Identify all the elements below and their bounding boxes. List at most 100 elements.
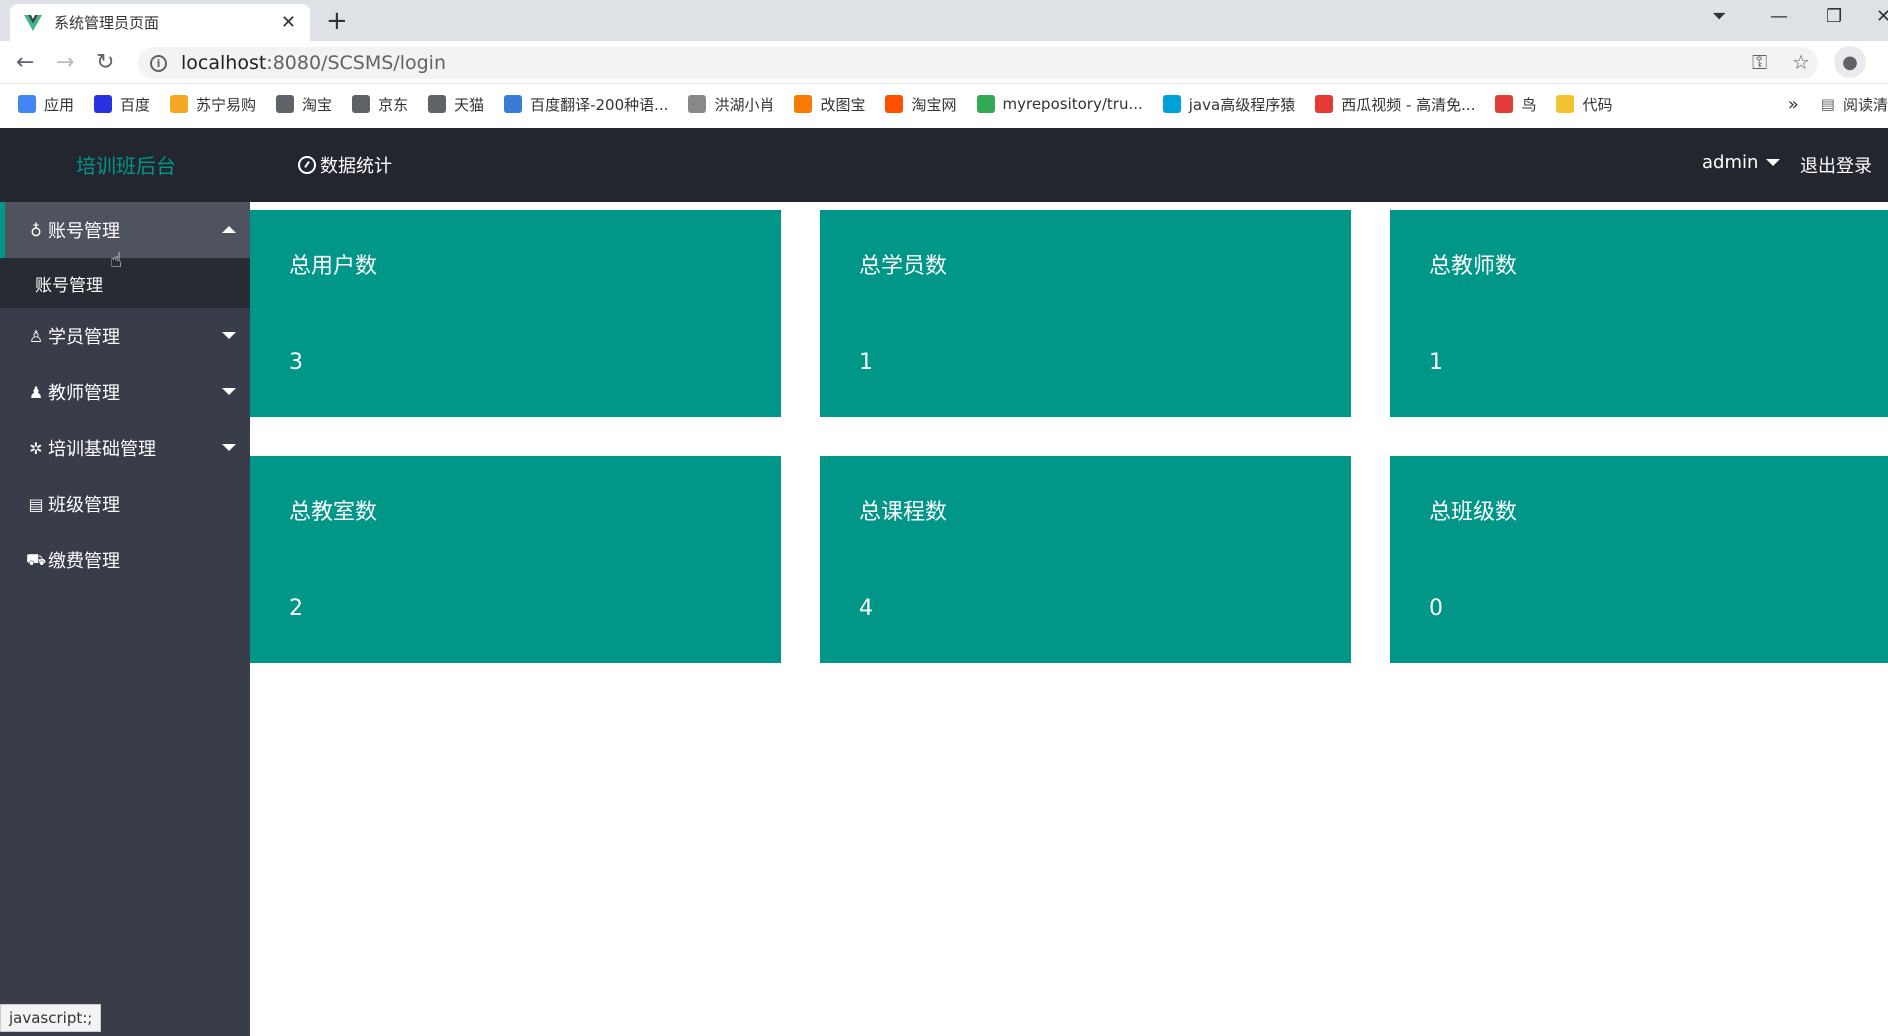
user-menu[interactable]: admin [1702,152,1781,173]
bookmark-favicon-icon [94,95,113,113]
bookmark-label: 淘宝 [302,95,333,114]
forward-icon[interactable]: → [56,50,74,75]
profile-avatar-icon[interactable]: ● [1834,46,1866,78]
vue-logo-icon [24,14,42,32]
site-info-icon[interactable]: i [150,54,167,72]
stat-value: 1 [1429,350,1443,375]
sidebar-item[interactable]: ✲ 培训基础管理 [0,420,250,476]
user-icon: ♙ [28,326,44,346]
bookmark-favicon-icon [276,95,295,113]
bookmark-item[interactable]: 鸟 [1495,94,1536,115]
bookmark-label: java高级程序猿 [1188,95,1296,114]
sidebar-item[interactable]: ♁ 账号管理 [0,202,250,258]
bookmark-favicon-icon [885,95,904,113]
stat-value: 1 [859,350,873,375]
stat-card: 总用户数 3 [250,210,781,417]
app-root: 培训班后台 数据统计 admin 退出登录 ♁ 账号管理 账号管理 ♙ 学员管理 ♟ 教师管… [0,128,1888,1036]
bookmark-item[interactable]: 洪湖小肖 [688,94,774,115]
stat-title: 总学员数 [859,254,948,279]
sidebar-item[interactable]: ▤ 班级管理 [0,476,250,532]
bookmark-label: 百度翻译-200种语... [530,95,669,114]
stat-title: 总教室数 [289,500,378,525]
bookmark-label: 鸟 [1521,95,1537,114]
bookmark-item[interactable]: 淘宝 [276,94,332,115]
sidebar-item-label: 学员管理 [48,327,120,348]
bookmark-item[interactable]: 苏宁易购 [170,94,256,115]
reload-icon[interactable]: ↻ [96,50,114,75]
bookmark-favicon-icon [428,95,447,113]
dashboard-content: 总用户数 3 总学员数 1 总教师数 1 总教室数 2 总课程数 4 总班级数 0 [250,202,1888,1036]
bookmarks-bar: 应用 百度 苏宁易购 淘宝 京东 天猫 百度翻译-200种语... 洪湖小肖 改图宝 淘宝网 myr… [0,84,1888,124]
bookmark-item[interactable]: 百度 [94,94,150,115]
bookmark-favicon-icon [1556,95,1575,113]
bookmark-favicon-icon [170,95,189,113]
sidebar-item-label: 教师管理 [48,383,120,404]
bookmark-star-icon[interactable]: ☆ [1792,50,1810,74]
clipboard-icon: ▤ [28,494,44,514]
bookmark-label: 苏宁易购 [196,95,257,114]
bookmark-item[interactable]: 应用 [18,94,74,115]
bookmark-label: 改图宝 [820,95,866,114]
stat-title: 总用户数 [289,254,378,279]
bookmark-favicon-icon [688,95,707,113]
nav-data-statistics[interactable]: 数据统计 [298,152,392,178]
caret-down-icon [222,444,236,451]
bookmark-label: myrepository/tru... [1002,95,1143,113]
bookmark-favicon-icon [352,95,371,113]
sidebar: ♁ 账号管理 账号管理 ♙ 学员管理 ♟ 教师管理 ✲ 培训基础管理 ▤ 班级管理 ⛟ 缴费管理 ☝ [0,202,250,1036]
browser-tab[interactable]: 系统管理员页面 ✕ [10,4,310,41]
caret-down-icon [1766,159,1781,166]
stat-card: 总班级数 0 [1390,456,1888,663]
nav-label: 数据统计 [320,156,392,177]
sidebar-subitem[interactable]: 账号管理 [0,258,250,308]
lightbulb-icon: ♁ [30,220,42,240]
cart-icon: ⛟ [25,549,47,569]
bookmark-label: 代码 [1582,95,1613,114]
profile-dropdown-icon[interactable]: ⏷ [1712,6,1726,27]
bookmark-item[interactable]: 代码 [1556,94,1613,115]
more-bookmarks-icon[interactable]: » [1788,94,1799,115]
stat-value: 3 [289,350,303,375]
bookmark-item[interactable]: 京东 [352,94,408,115]
bookmark-label: 百度 [120,95,151,114]
bookmark-item[interactable]: 百度翻译-200种语... [504,94,668,115]
status-bar-url: javascript:; [0,1004,102,1032]
gear-icon: ✲ [29,438,43,458]
bookmark-favicon-icon [976,95,995,113]
close-tab-icon[interactable]: ✕ [281,12,296,33]
key-icon[interactable]: ⚿ [1752,50,1767,74]
stat-value: 4 [859,596,873,621]
minimize-icon[interactable]: — [1770,6,1788,27]
stat-title: 总教师数 [1429,254,1518,279]
new-tab-icon[interactable]: + [326,6,348,36]
url-path: :8080/SCSMS/login [266,52,446,74]
bookmark-item[interactable]: 改图宝 [794,94,865,115]
bookmark-label: 京东 [378,95,409,114]
window-close-icon[interactable]: ✕ [1876,6,1888,27]
stat-card: 总教师数 1 [1390,210,1888,417]
bookmark-favicon-icon [1315,95,1334,113]
tab-title: 系统管理员页面 [54,14,160,32]
caret-up-icon [222,226,236,233]
bookmark-favicon-icon [1495,95,1514,113]
stat-title: 总课程数 [859,500,948,525]
mouse-cursor-icon: ☝ [110,248,123,272]
back-icon[interactable]: ← [16,50,34,75]
bookmark-item[interactable]: 西瓜视频 - 高清免... [1315,94,1475,115]
brand-title[interactable]: 培训班后台 [76,150,176,179]
bookmark-item[interactable]: 天猫 [428,94,484,115]
stat-card: 总教室数 2 [250,456,781,663]
logout-link[interactable]: 退出登录 [1800,152,1872,178]
bookmark-favicon-icon [794,95,813,113]
bookmark-item[interactable]: java高级程序猿 [1162,94,1296,115]
url-field[interactable]: i localhost:8080/SCSMS/login [138,47,1818,79]
sidebar-item[interactable]: ♟ 教师管理 [0,364,250,420]
reading-list[interactable]: ▤ 阅读清 [1821,94,1888,115]
sidebar-item[interactable]: ⛟ 缴费管理 [0,532,250,588]
bookmark-item[interactable]: 淘宝网 [885,94,957,115]
address-bar-row: ← → ↻ i localhost:8080/SCSMS/login ⚿ ☆ ● [0,41,1888,84]
sidebar-item[interactable]: ♙ 学员管理 [0,308,250,364]
bookmark-item[interactable]: myrepository/tru... [976,95,1143,113]
bookmark-label: 西瓜视频 - 高清免... [1341,95,1476,114]
restore-icon[interactable]: ❐ [1826,6,1842,27]
